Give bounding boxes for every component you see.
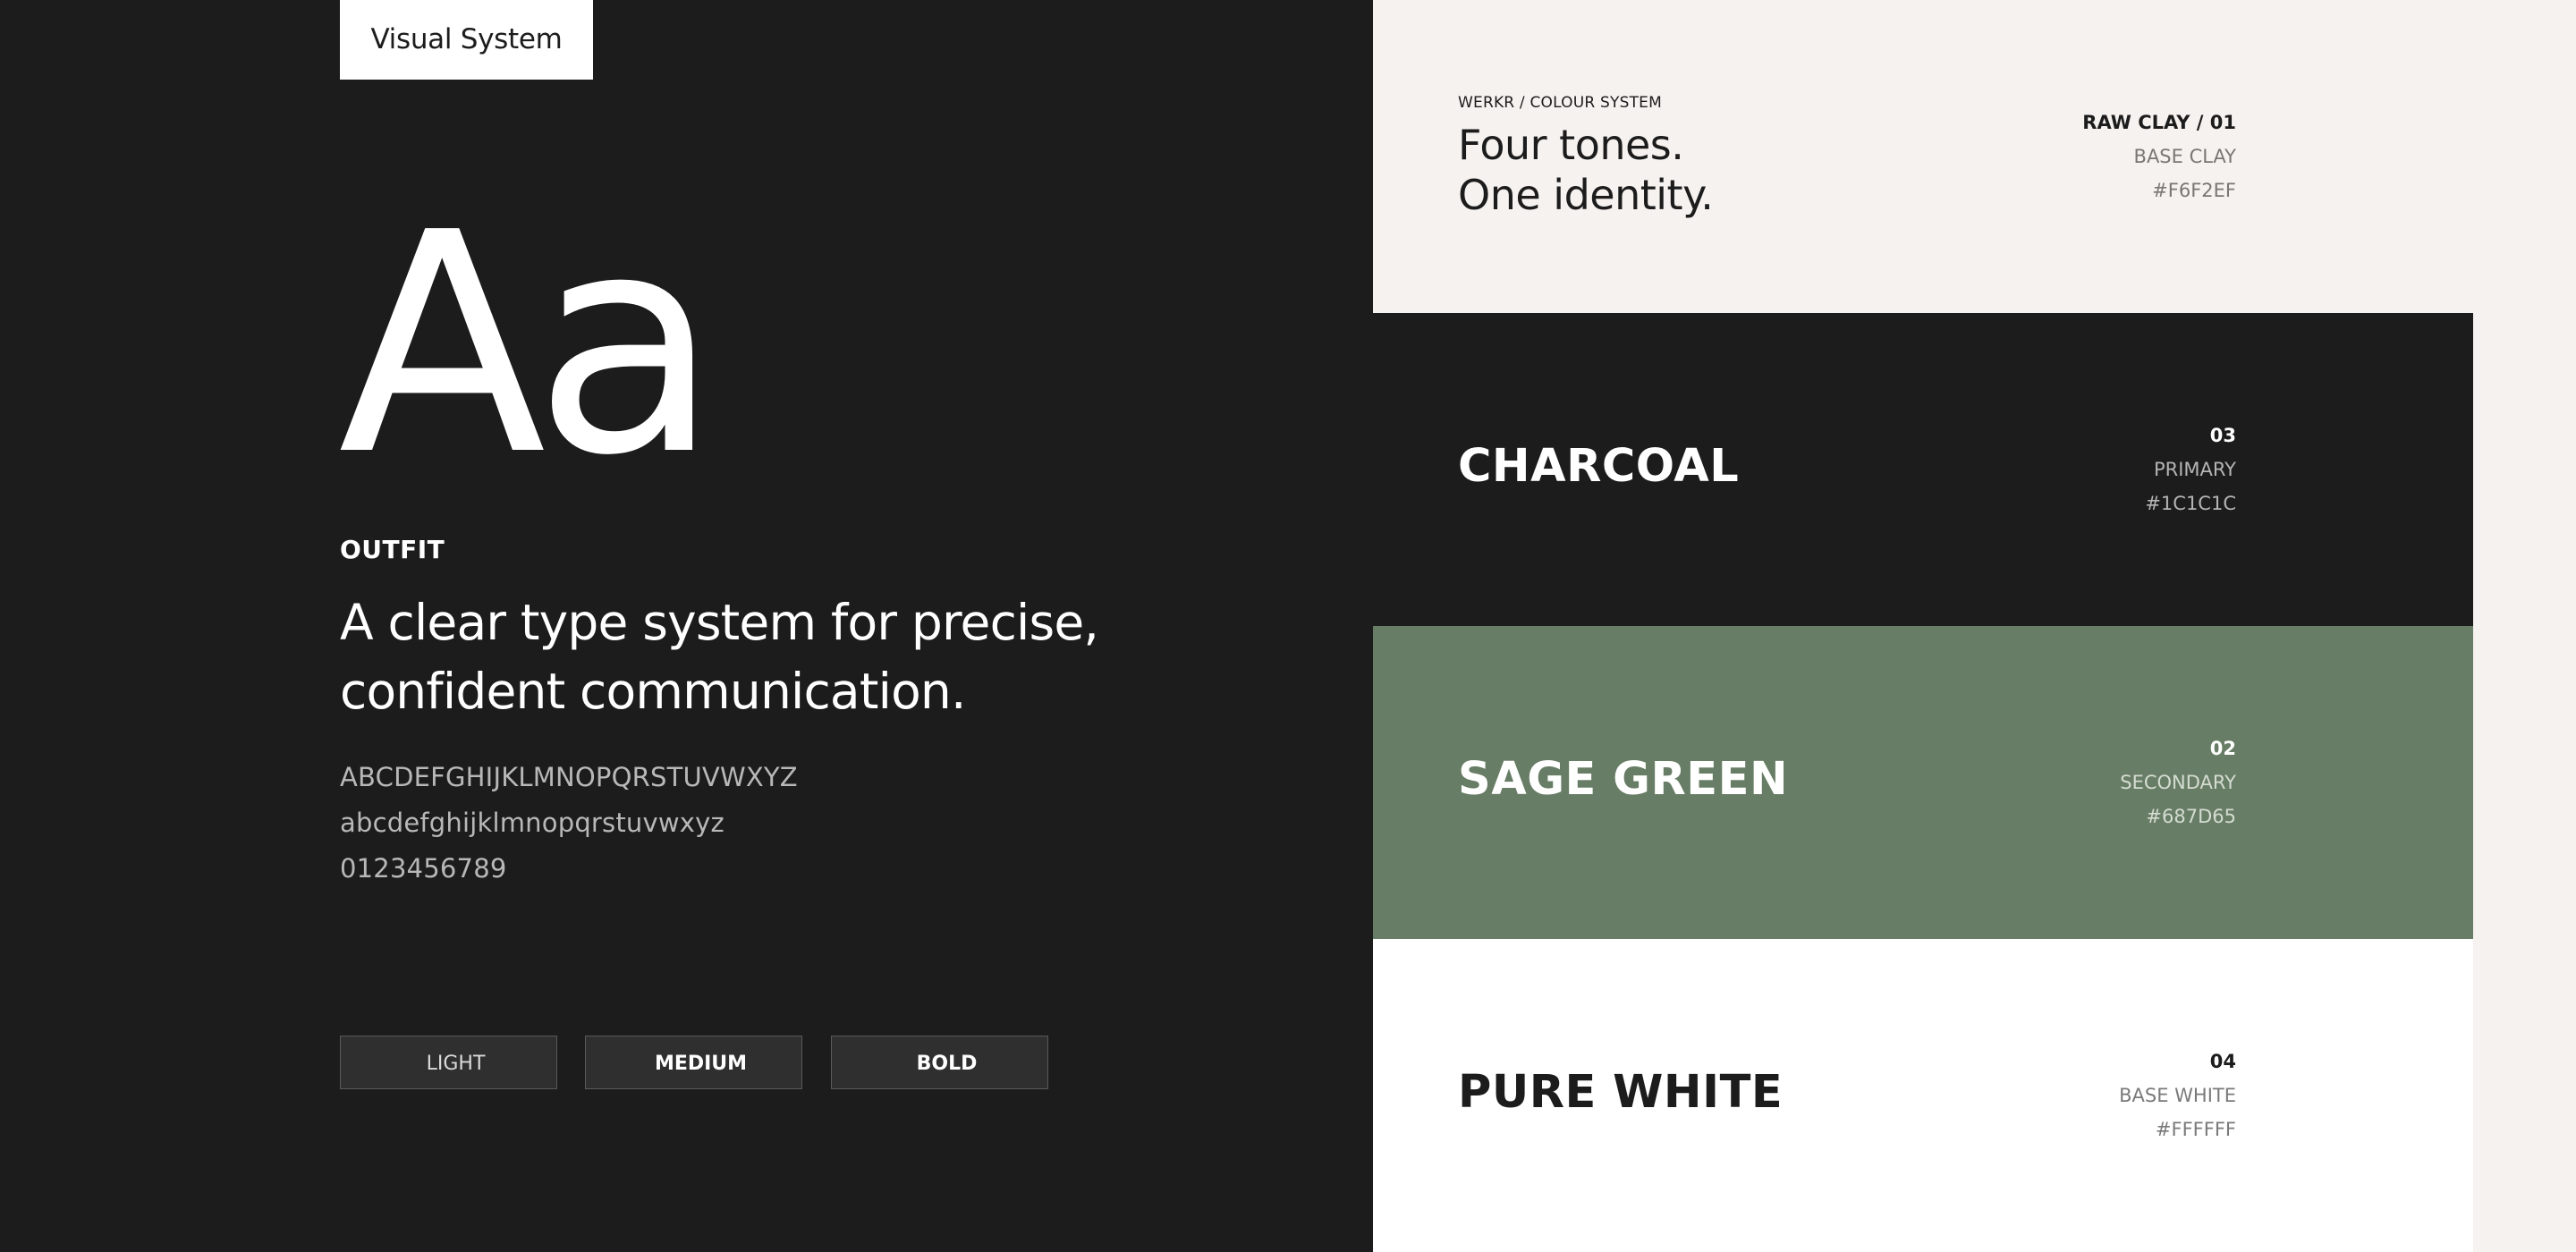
headline-line-2: One identity.: [1458, 171, 1714, 219]
font-name: OUTFIT: [340, 535, 445, 564]
swatch-code: 02: [2209, 738, 2236, 759]
weight-light-chip[interactable]: LIGHT: [340, 1036, 557, 1089]
colour-system-eyebrow: WERKR / COLOUR SYSTEM: [1458, 94, 1662, 112]
swatch-hex: #F6F2EF: [2152, 180, 2236, 201]
swatch-name: SAGE GREEN: [1458, 753, 1789, 806]
swatch-hex: #FFFFFF: [2155, 1119, 2236, 1140]
swatch-sage-green: SAGE GREEN 02 SECONDARY #687D65: [1373, 626, 2473, 939]
headline-line-1: Four tones.: [1458, 121, 1684, 169]
digits: 0123456789: [340, 853, 507, 884]
swatch-name: CHARCOAL: [1458, 440, 1740, 493]
tagline-line-2: confident communication.: [340, 663, 966, 720]
swatch-role: BASE WHITE: [2119, 1085, 2236, 1106]
uppercase-alphabet: ABCDEFGHIJKLMNOPQRSTUVWXYZ: [340, 762, 798, 792]
weight-bold-chip[interactable]: BOLD: [831, 1036, 1048, 1089]
swatch-name: PURE WHITE: [1458, 1066, 1784, 1119]
swatch-role: BASE CLAY: [2133, 146, 2236, 167]
swatch-charcoal: CHARCOAL 03 PRIMARY #1C1C1C: [1373, 313, 2473, 626]
swatch-code: RAW CLAY / 01: [2082, 112, 2236, 133]
swatch-pure-white: PURE WHITE 04 BASE WHITE #FFFFFF: [1373, 939, 2473, 1252]
swatch-code: 03: [2209, 425, 2236, 446]
swatch-role: SECONDARY: [2120, 772, 2236, 793]
swatch-meta: 03 PRIMARY #1C1C1C: [2145, 419, 2236, 520]
swatch-meta: RAW CLAY / 01 BASE CLAY #F6F2EF: [2082, 106, 2236, 207]
swatch-meta: 02 SECONDARY #687D65: [2120, 732, 2236, 833]
swatch-hex: #687D65: [2146, 806, 2236, 827]
swatch-code: 04: [2209, 1051, 2236, 1072]
colour-system-headline: Four tones. One identity.: [1458, 120, 1714, 220]
weight-medium-chip[interactable]: MEDIUM: [585, 1036, 802, 1089]
swatch-role: PRIMARY: [2153, 459, 2236, 480]
type-specimen-glyphs: Aa: [338, 177, 708, 481]
swatch-meta: 04 BASE WHITE #FFFFFF: [2119, 1045, 2236, 1146]
type-tagline: A clear type system for precise, confide…: [340, 588, 1145, 726]
tagline-line-1: A clear type system for precise,: [340, 594, 1099, 651]
typography-panel: Visual System Aa OUTFIT A clear type sys…: [0, 0, 1373, 1252]
swatch-hex: #1C1C1C: [2145, 493, 2236, 514]
lowercase-alphabet: abcdefghijklmnopqrstuvwxyz: [340, 808, 724, 838]
type-specimen: Aa: [338, 177, 785, 481]
swatch-raw-clay: WERKR / COLOUR SYSTEM Four tones. One id…: [1373, 0, 2473, 313]
visual-system-tag: Visual System: [340, 0, 593, 80]
